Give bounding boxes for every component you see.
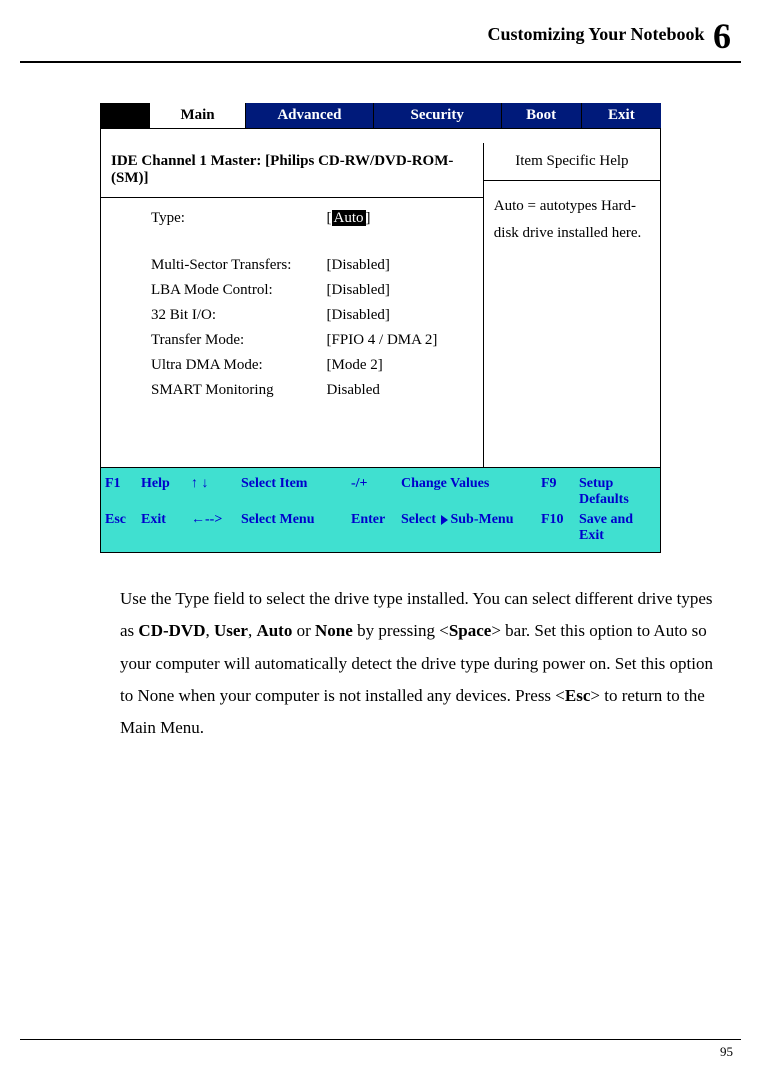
- tab-main[interactable]: Main: [150, 103, 246, 128]
- bios-content: IDE Channel 1 Master: [Philips CD-RW/DVD…: [100, 143, 661, 468]
- auto-highlight: Auto: [332, 210, 366, 226]
- action-save-exit: Save and Exit: [579, 512, 656, 544]
- page-footer: 95: [20, 1031, 741, 1060]
- setting-value: [FPIO 4 / DMA 2]: [327, 332, 473, 349]
- action-exit: Exit: [141, 512, 191, 544]
- triangle-right-icon: [441, 515, 448, 525]
- key-enter: Enter: [351, 512, 401, 544]
- key-bar: F1 Help ↑ ↓ Select Item -/+ Change Value…: [100, 468, 661, 553]
- body-paragraph: Use the Type field to select the drive t…: [120, 583, 721, 744]
- setting-label: Type:: [151, 210, 327, 227]
- tab-exit[interactable]: Exit: [582, 103, 661, 128]
- setting-row[interactable]: Transfer Mode: [FPIO 4 / DMA 2]: [151, 332, 473, 349]
- setting-row[interactable]: Ultra DMA Mode: [Mode 2]: [151, 357, 473, 374]
- tab-boot[interactable]: Boot: [502, 103, 582, 128]
- setting-value: [Mode 2]: [327, 357, 473, 374]
- help-body: Auto = autotypes Hard-disk drive install…: [484, 181, 660, 259]
- setting-label: Ultra DMA Mode:: [151, 357, 327, 374]
- setting-label: LBA Mode Control:: [151, 282, 327, 299]
- action-select-item: Select Item: [241, 476, 351, 508]
- bios-help-pane: Item Specific Help Auto = autotypes Hard…: [484, 143, 660, 467]
- setting-label: Multi-Sector Transfers:: [151, 257, 327, 274]
- page-number: 95: [20, 1044, 741, 1060]
- setting-row[interactable]: Multi-Sector Transfers: [Disabled]: [151, 257, 473, 274]
- bios-tabs: Main Advanced Security Boot Exit: [100, 103, 661, 128]
- action-change-values: Change Values: [401, 476, 541, 508]
- page-header: Customizing Your Notebook 6: [20, 15, 741, 57]
- bios-screen: Main Advanced Security Boot Exit IDE Cha…: [100, 103, 661, 553]
- setting-row[interactable]: LBA Mode Control: [Disabled]: [151, 282, 473, 299]
- action-select-menu: Select Menu: [241, 512, 351, 544]
- footer-rule: [20, 1039, 741, 1040]
- setting-label: 32 Bit I/O:: [151, 307, 327, 324]
- key-f10: F10: [541, 512, 579, 544]
- tab-security[interactable]: Security: [374, 103, 502, 128]
- setting-row[interactable]: Type: [Auto]: [151, 210, 473, 227]
- setting-label: Transfer Mode:: [151, 332, 327, 349]
- bios-left-pane: IDE Channel 1 Master: [Philips CD-RW/DVD…: [101, 143, 484, 467]
- chapter-number: 6: [713, 16, 731, 56]
- key-esc: Esc: [105, 512, 141, 544]
- key-row-2: Esc Exit ←--> Select Menu Enter Select S…: [105, 510, 656, 546]
- setting-row[interactable]: SMART Monitoring Disabled: [151, 382, 473, 399]
- ide-channel-title-text: IDE Channel 1 Master: [Philips CD-RW/DVD…: [111, 153, 453, 186]
- setting-label: SMART Monitoring: [151, 382, 327, 399]
- arrow-left-right-icon: ←-->: [191, 512, 241, 544]
- header-rule: [20, 61, 741, 63]
- ide-channel-title: IDE Channel 1 Master: [Philips CD-RW/DVD…: [101, 143, 483, 198]
- setting-value: Disabled: [327, 382, 473, 399]
- action-help: Help: [141, 476, 191, 508]
- header-title: Customizing Your Notebook: [487, 24, 704, 44]
- key-f1: F1: [105, 476, 141, 508]
- action-setup-defaults: Setup Defaults: [579, 476, 656, 508]
- settings-list: Type: [Auto] Multi-Sector Transfers: [Di…: [101, 198, 483, 467]
- key-row-1: F1 Help ↑ ↓ Select Item -/+ Change Value…: [105, 474, 656, 510]
- key-f9: F9: [541, 476, 579, 508]
- tab-advanced[interactable]: Advanced: [246, 103, 374, 128]
- tabs-divider: [100, 128, 661, 143]
- setting-value: [Disabled]: [327, 257, 473, 274]
- key-plus-minus: -/+: [351, 476, 401, 508]
- setting-value: [Disabled]: [327, 307, 473, 324]
- setting-value: [Disabled]: [327, 282, 473, 299]
- setting-value: [Auto]: [327, 210, 473, 227]
- help-title: Item Specific Help: [484, 143, 660, 181]
- setting-row[interactable]: 32 Bit I/O: [Disabled]: [151, 307, 473, 324]
- tab-spacer: [100, 103, 150, 128]
- action-select-submenu: Select Sub-Menu: [401, 512, 541, 544]
- arrow-up-down-icon: ↑ ↓: [191, 476, 241, 508]
